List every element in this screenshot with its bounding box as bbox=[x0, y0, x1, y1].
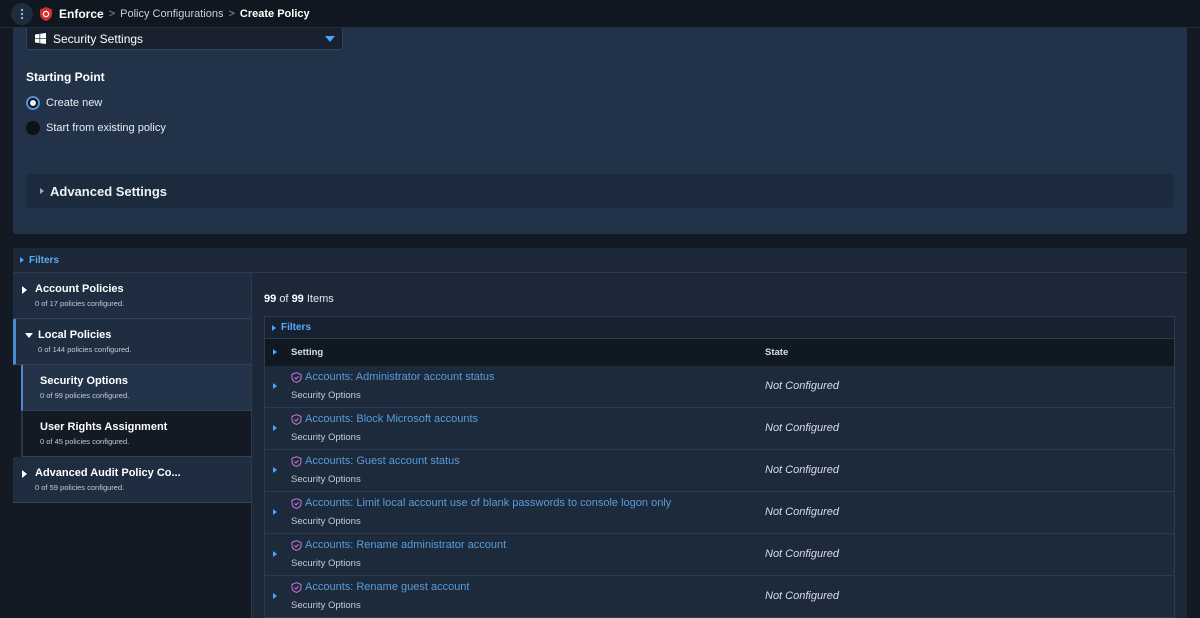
table-row[interactable]: Accounts: Administrator account status S… bbox=[265, 366, 1174, 408]
policy-browser: Filters Account Policies 0 of 17 policie… bbox=[13, 248, 1187, 618]
setting-state: Not Configured bbox=[765, 548, 839, 560]
windows-icon bbox=[35, 33, 46, 44]
policy-category-nav: Account Policies 0 of 17 policies config… bbox=[13, 273, 251, 618]
table-filters-toggle[interactable]: Filters bbox=[265, 317, 1174, 339]
setting-category: Security Options bbox=[291, 516, 361, 527]
item-count-of: of bbox=[279, 293, 289, 305]
nav-item-title: Account Policies bbox=[35, 283, 124, 295]
expand-row-icon[interactable] bbox=[273, 593, 277, 599]
setting-state: Not Configured bbox=[765, 590, 839, 602]
nav-item-count: 0 of 59 policies configured. bbox=[35, 483, 125, 492]
nav-item-account-policies[interactable]: Account Policies 0 of 17 policies config… bbox=[13, 273, 251, 319]
shield-icon bbox=[291, 456, 302, 467]
filters-label: Filters bbox=[29, 254, 60, 266]
filters-label: Filters bbox=[281, 322, 312, 333]
shield-icon bbox=[291, 372, 302, 383]
nav-item-advanced-audit-policy[interactable]: Advanced Audit Policy Co... 0 of 59 poli… bbox=[13, 457, 251, 503]
policy-settings-panel: Security Settings Starting Point Create … bbox=[13, 28, 1187, 234]
setting-category: Security Options bbox=[291, 600, 361, 611]
setting-category: Security Options bbox=[291, 390, 361, 401]
chevron-down-icon[interactable] bbox=[325, 35, 335, 42]
chevron-right-icon bbox=[22, 286, 27, 294]
advanced-settings-label: Advanced Settings bbox=[50, 183, 168, 199]
policy-type-value: Security Settings bbox=[53, 31, 144, 46]
expand-row-icon[interactable] bbox=[273, 509, 277, 515]
nav-item-count: 0 of 45 policies configured. bbox=[40, 437, 130, 446]
radio-label: Create new bbox=[46, 97, 103, 109]
item-count-total: 99 bbox=[291, 293, 304, 305]
shield-icon bbox=[291, 582, 302, 593]
nav-item-count: 0 of 144 policies configured. bbox=[38, 345, 132, 354]
nav-item-title: User Rights Assignment bbox=[40, 421, 168, 433]
radio-create-new[interactable]: Create new bbox=[26, 96, 102, 110]
expand-row-icon[interactable] bbox=[273, 383, 277, 389]
breadcrumb-policy-configurations[interactable]: Policy Configurations bbox=[120, 8, 223, 20]
chevron-right-icon bbox=[40, 188, 44, 194]
table-row[interactable]: Accounts: Block Microsoft accounts Secur… bbox=[265, 408, 1174, 450]
nav-item-count: 0 of 99 policies configured. bbox=[40, 391, 130, 400]
radio-button-selected[interactable] bbox=[26, 96, 40, 110]
radio-label: Start from existing policy bbox=[46, 122, 166, 134]
nav-item-title: Advanced Audit Policy Co... bbox=[35, 467, 181, 479]
setting-link[interactable]: Accounts: Guest account status bbox=[305, 455, 460, 467]
settings-content: 99 of 99 Items Filters Setting State Acc… bbox=[251, 273, 1187, 618]
nav-item-security-options[interactable]: Security Options 0 of 99 policies config… bbox=[21, 365, 251, 411]
item-count: 99 of 99 Items bbox=[264, 293, 334, 305]
setting-category: Security Options bbox=[291, 558, 361, 569]
item-count-shown: 99 bbox=[264, 293, 277, 305]
table-row[interactable]: Accounts: Rename guest account Security … bbox=[265, 576, 1174, 618]
breadcrumb-separator: > bbox=[108, 7, 116, 20]
shield-icon bbox=[291, 540, 302, 551]
item-count-suffix: Items bbox=[306, 293, 334, 305]
nav-item-title: Security Options bbox=[40, 375, 129, 387]
setting-state: Not Configured bbox=[765, 464, 839, 476]
breadcrumb-separator: > bbox=[228, 7, 235, 20]
setting-state: Not Configured bbox=[765, 506, 839, 518]
setting-state: Not Configured bbox=[765, 380, 839, 392]
chevron-down-icon bbox=[25, 333, 33, 338]
policy-type-select[interactable]: Security Settings bbox=[26, 28, 343, 50]
column-header-setting[interactable]: Setting bbox=[291, 347, 323, 358]
setting-link[interactable]: Accounts: Block Microsoft accounts bbox=[305, 413, 478, 425]
kebab-menu-icon[interactable] bbox=[11, 2, 33, 25]
setting-category: Security Options bbox=[291, 432, 361, 443]
starting-point-label: Starting Point bbox=[26, 70, 105, 84]
app-name[interactable]: Enforce bbox=[59, 7, 104, 21]
table-row[interactable]: Accounts: Limit local account use of bla… bbox=[265, 492, 1174, 534]
setting-link[interactable]: Accounts: Rename guest account bbox=[305, 581, 469, 593]
radio-button[interactable] bbox=[26, 121, 40, 135]
setting-state: Not Configured bbox=[765, 422, 839, 434]
table-header: Setting State bbox=[265, 339, 1174, 366]
setting-link[interactable]: Accounts: Limit local account use of bla… bbox=[305, 497, 671, 509]
expand-row-icon[interactable] bbox=[273, 467, 277, 473]
expand-all-icon[interactable] bbox=[273, 349, 277, 355]
nav-item-title: Local Policies bbox=[38, 329, 112, 341]
breadcrumb-current-page: Create Policy bbox=[239, 7, 310, 20]
radio-start-from-existing[interactable]: Start from existing policy bbox=[26, 121, 166, 135]
top-bar: Enforce > Policy Configurations > Create… bbox=[0, 0, 1200, 28]
table-row[interactable]: Accounts: Guest account status Security … bbox=[265, 450, 1174, 492]
expand-row-icon[interactable] bbox=[273, 551, 277, 557]
settings-table: Filters Setting State Accounts: Administ… bbox=[264, 316, 1175, 618]
shield-icon bbox=[291, 498, 302, 509]
shield-logo-icon bbox=[40, 6, 52, 21]
chevron-right-icon bbox=[22, 470, 27, 478]
chevron-right-icon bbox=[272, 324, 276, 331]
setting-link[interactable]: Accounts: Administrator account status bbox=[305, 371, 495, 383]
nav-item-local-policies[interactable]: Local Policies 0 of 144 policies configu… bbox=[13, 319, 251, 365]
shield-icon bbox=[291, 414, 302, 425]
nav-item-count: 0 of 17 policies configured. bbox=[35, 299, 125, 308]
chevron-right-icon bbox=[20, 257, 24, 263]
setting-category: Security Options bbox=[291, 474, 361, 485]
nav-item-user-rights-assignment[interactable]: User Rights Assignment 0 of 45 policies … bbox=[21, 411, 251, 457]
filters-toggle[interactable]: Filters bbox=[13, 248, 1187, 273]
table-row[interactable]: Accounts: Rename administrator account S… bbox=[265, 534, 1174, 576]
column-header-state[interactable]: State bbox=[765, 347, 788, 358]
setting-link[interactable]: Accounts: Rename administrator account bbox=[305, 539, 506, 551]
expand-row-icon[interactable] bbox=[273, 425, 277, 431]
advanced-settings-toggle[interactable]: Advanced Settings bbox=[26, 174, 1173, 208]
